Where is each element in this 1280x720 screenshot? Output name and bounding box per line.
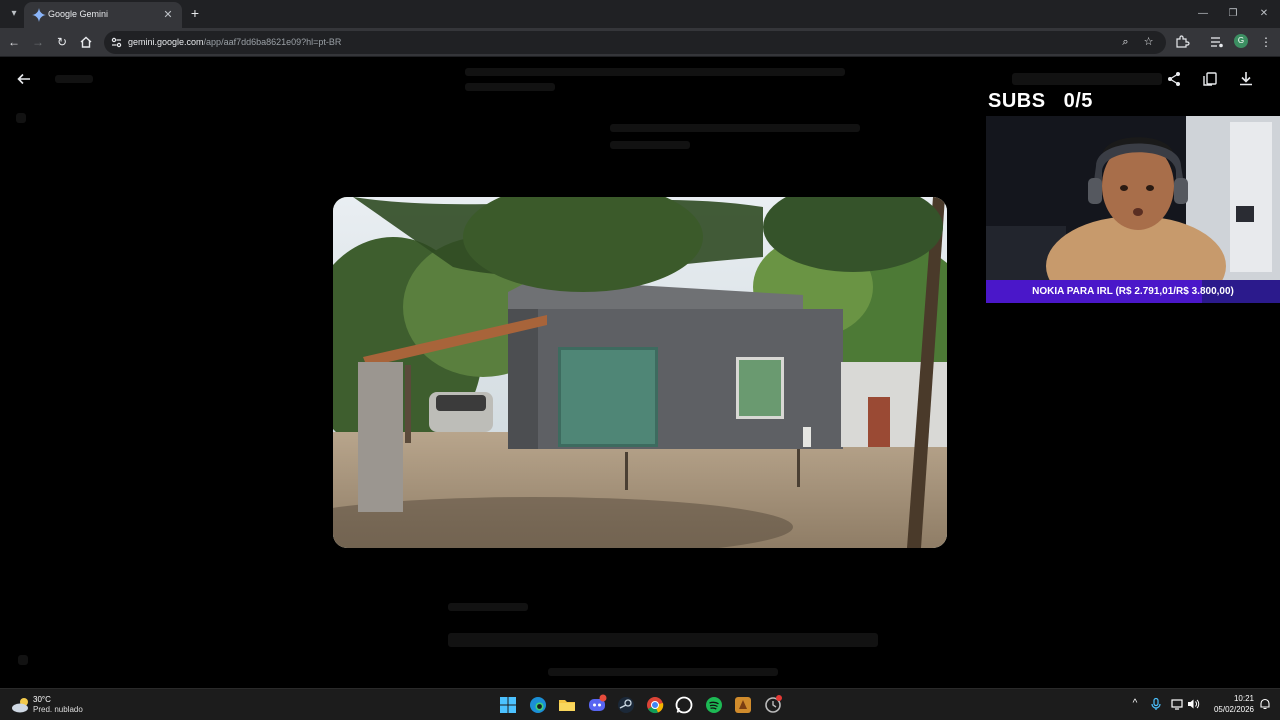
window-close-icon[interactable]: ✕ xyxy=(1255,5,1273,23)
recording-app-icon[interactable] xyxy=(762,694,784,716)
whatsapp-icon[interactable] xyxy=(673,694,695,716)
url-path: /app/aaf7dd6ba8621e09?hl=pt-BR xyxy=(203,37,342,47)
site-info-icon[interactable] xyxy=(110,36,123,49)
ghost-chip xyxy=(1012,73,1162,85)
donation-goal-label: NOKIA PARA IRL (R$ 2.791,01/R$ 3.800,00) xyxy=(1032,286,1234,297)
zoom-icon[interactable]: ⌕ xyxy=(1118,35,1133,50)
ghost-text-line xyxy=(610,141,690,149)
subs-label: SUBS xyxy=(988,90,1046,112)
download-icon[interactable] xyxy=(1236,69,1256,89)
microphone-icon[interactable] xyxy=(1149,697,1163,711)
browser-toolbar: ← → ↻ gemini.google.com/app/aaf7dd6ba862… xyxy=(0,28,1280,57)
tray-overflow-chevron-icon[interactable]: ^ xyxy=(1128,697,1142,711)
forward-icon[interactable]: → xyxy=(30,34,46,50)
cloud-weather-icon[interactable] xyxy=(11,697,31,713)
notifications-icon[interactable] xyxy=(1258,697,1272,711)
file-explorer-icon[interactable] xyxy=(556,694,578,716)
network-icon[interactable] xyxy=(1170,697,1184,711)
url-text: gemini.google.com/app/aaf7dd6ba8621e09?h… xyxy=(128,37,341,47)
minimize-icon[interactable]: — xyxy=(1194,5,1212,23)
ghost-text-line xyxy=(465,83,555,91)
media-controls-icon[interactable] xyxy=(1209,34,1225,50)
windows-taskbar: 30°C Pred. nublado ^ 10:21 05/02/2026 xyxy=(0,688,1280,720)
generated-house-image[interactable] xyxy=(333,197,947,548)
browser-menu-icon[interactable]: ⋮ xyxy=(1258,34,1274,50)
chrome-icon[interactable] xyxy=(644,694,666,716)
home-icon[interactable] xyxy=(78,34,94,50)
url-host: gemini.google.com xyxy=(128,37,204,47)
new-tab-button[interactable]: + xyxy=(186,5,204,23)
copy-icon[interactable] xyxy=(1200,69,1220,89)
bookmark-star-icon[interactable]: ☆ xyxy=(1141,35,1156,50)
clock-date[interactable]: 05/02/2026 xyxy=(1204,705,1254,714)
close-viewer-back-icon[interactable] xyxy=(14,69,34,89)
ghost-title xyxy=(55,75,93,83)
volume-icon[interactable] xyxy=(1186,697,1200,711)
weather-description: Pred. nublado xyxy=(33,705,83,714)
ghost-icon xyxy=(16,113,26,123)
restore-icon[interactable]: ❐ xyxy=(1224,5,1242,23)
weather-temperature: 30°C xyxy=(33,695,51,704)
profile-avatar[interactable]: G xyxy=(1234,34,1248,48)
discord-icon[interactable] xyxy=(586,694,608,716)
edge-browser-icon[interactable] xyxy=(527,694,549,716)
ghost-disclaimer xyxy=(548,668,778,676)
tab-title: Google Gemini xyxy=(48,9,109,19)
tab-search-icon[interactable]: ▾ xyxy=(6,6,22,22)
spotify-icon[interactable] xyxy=(703,694,725,716)
gemini-favicon-icon xyxy=(32,8,46,22)
game-app-icon[interactable] xyxy=(732,694,754,716)
browser-tab[interactable]: Google Gemini ✕ xyxy=(24,2,182,28)
browser-tab-bar: ▾ Google Gemini ✕ + — ❐ ✕ xyxy=(0,0,1280,28)
donation-goal-bar: NOKIA PARA IRL (R$ 2.791,01/R$ 3.800,00) xyxy=(986,280,1280,303)
ghost-text-line xyxy=(610,124,860,132)
share-icon[interactable] xyxy=(1164,69,1184,89)
steam-icon[interactable] xyxy=(615,694,637,716)
reload-icon[interactable]: ↻ xyxy=(54,34,70,50)
subs-count: 0/5 xyxy=(1063,90,1093,112)
address-bar[interactable]: gemini.google.com/app/aaf7dd6ba8621e09?h… xyxy=(104,31,1166,54)
ghost-text-line xyxy=(465,68,845,76)
back-icon[interactable]: ← xyxy=(6,34,22,50)
tab-close-icon[interactable]: ✕ xyxy=(160,7,176,23)
windows-start-icon[interactable] xyxy=(497,694,519,716)
subs-counter: SUBS 0/5 xyxy=(988,90,1093,113)
ghost-icon xyxy=(18,655,28,665)
webcam-feed xyxy=(986,116,1280,280)
ghost-text-line xyxy=(448,603,528,611)
clock-time[interactable]: 10:21 xyxy=(1214,694,1254,703)
extensions-icon[interactable] xyxy=(1174,34,1190,50)
ghost-input xyxy=(448,633,878,647)
